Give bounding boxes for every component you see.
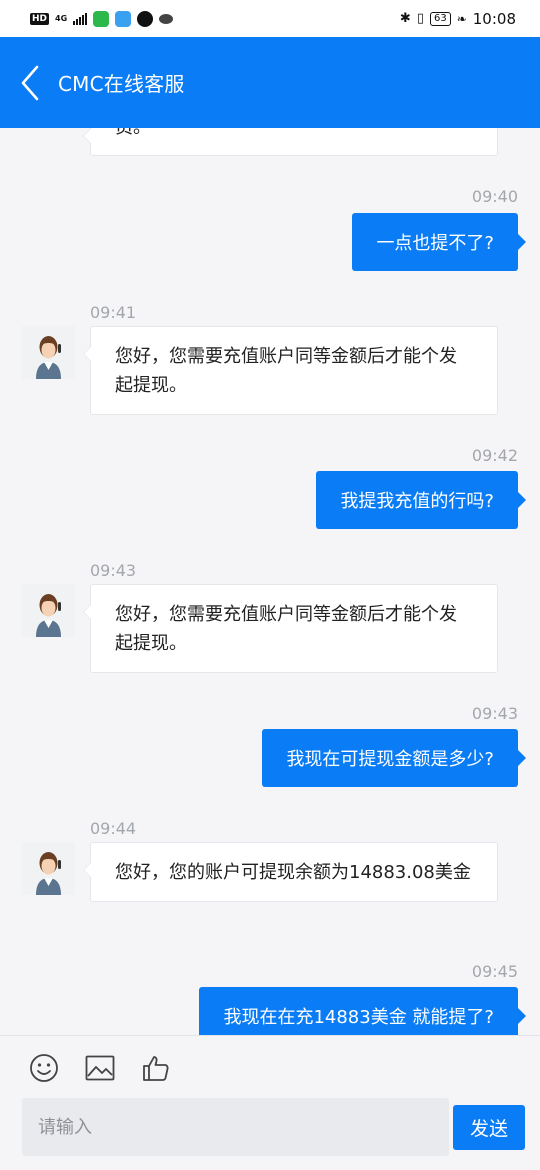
message-bubble-agent: 您好，您需要充值账户同等金额后才能个发起提现。 (83, 584, 498, 673)
message-bubble-user[interactable]: 我现在可提现金额是多少? (262, 729, 526, 787)
message-timestamp: 09:40 (471, 187, 518, 206)
chevron-left-icon (21, 65, 39, 100)
agent-avatar-icon (36, 594, 61, 637)
app-bar: CMC在线客服 (0, 37, 540, 128)
message-timestamp: 09:43 (471, 704, 518, 723)
message-timestamp: 09:41 (90, 303, 137, 322)
agent-avatar (22, 584, 75, 637)
image-icon (85, 1055, 115, 1081)
network-badge: 4G (55, 14, 68, 23)
status-bar-left: HD 4G (30, 10, 174, 27)
message-text: 我现在可提现金额是多少? (286, 749, 494, 770)
like-button[interactable] (140, 1052, 172, 1084)
cloud-icon (159, 13, 174, 24)
leaf-icon: ❧ (456, 11, 467, 26)
smiley-icon (30, 1054, 58, 1082)
status-bar: HD 4G ✱ ▯ 63 ❧ 10:08 (0, 0, 540, 37)
message-bubble-user[interactable]: 一点也提不了? (352, 213, 526, 271)
message-bubble-user[interactable]: 我现在在充14883美金 就能提了? (199, 987, 526, 1035)
battery-icon: 63 (429, 11, 451, 26)
image-button[interactable] (84, 1052, 116, 1084)
message-text: 员。 (115, 128, 151, 138)
vibrate-icon: ▯ (416, 11, 424, 26)
hd-badge: HD (30, 12, 50, 25)
chat-scroll-area[interactable]: 员。 09:40 一点也提不了? 09:41 您好，您需要充值账户同等金额后才能… (0, 128, 540, 1035)
wechat-icon (93, 10, 110, 27)
message-timestamp: 09:45 (471, 962, 518, 981)
message-bubble-user[interactable]: 我提我充值的行吗? (316, 471, 526, 529)
message-bubble-agent: 您好，您的账户可提现余额为14883.08美金 (83, 842, 498, 902)
clock: 10:08 (472, 9, 516, 28)
app-notification-icon (115, 10, 132, 27)
message-timestamp: 09:42 (471, 446, 518, 465)
thumbs-up-icon (143, 1056, 169, 1081)
agent-avatar-icon (36, 852, 61, 895)
composer: 发送 (0, 1035, 540, 1170)
status-bar-right: ✱ ▯ 63 ❧ 10:08 (400, 10, 516, 28)
signal-icon (73, 12, 88, 25)
message-text: 一点也提不了? (376, 233, 494, 254)
emoji-button[interactable] (28, 1052, 60, 1084)
agent-avatar (22, 326, 75, 379)
message-bubble-agent: 员。 (83, 128, 498, 156)
qq-icon (137, 10, 154, 27)
message-timestamp: 09:43 (90, 561, 137, 580)
page-title: CMC在线客服 (58, 72, 185, 96)
agent-avatar-icon (36, 336, 61, 379)
message-text: 您好，您需要充值账户同等金额后才能个发起提现。 (115, 346, 457, 396)
message-text: 我提我充值的行吗? (340, 491, 494, 512)
message-bubble-agent: 您好，您需要充值账户同等金额后才能个发起提现。 (83, 326, 498, 415)
send-button[interactable]: 发送 (453, 1105, 525, 1150)
message-text: 我现在在充14883美金 就能提了? (223, 1007, 494, 1028)
message-input[interactable] (22, 1098, 449, 1156)
message-text: 您好，您需要充值账户同等金额后才能个发起提现。 (115, 604, 457, 654)
message-text: 您好，您的账户可提现余额为14883.08美金 (115, 862, 471, 883)
composer-toolbar (28, 1052, 172, 1084)
message-timestamp: 09:44 (90, 819, 137, 838)
bluetooth-icon: ✱ (399, 11, 411, 26)
agent-avatar (22, 842, 75, 895)
back-button[interactable] (20, 63, 50, 103)
